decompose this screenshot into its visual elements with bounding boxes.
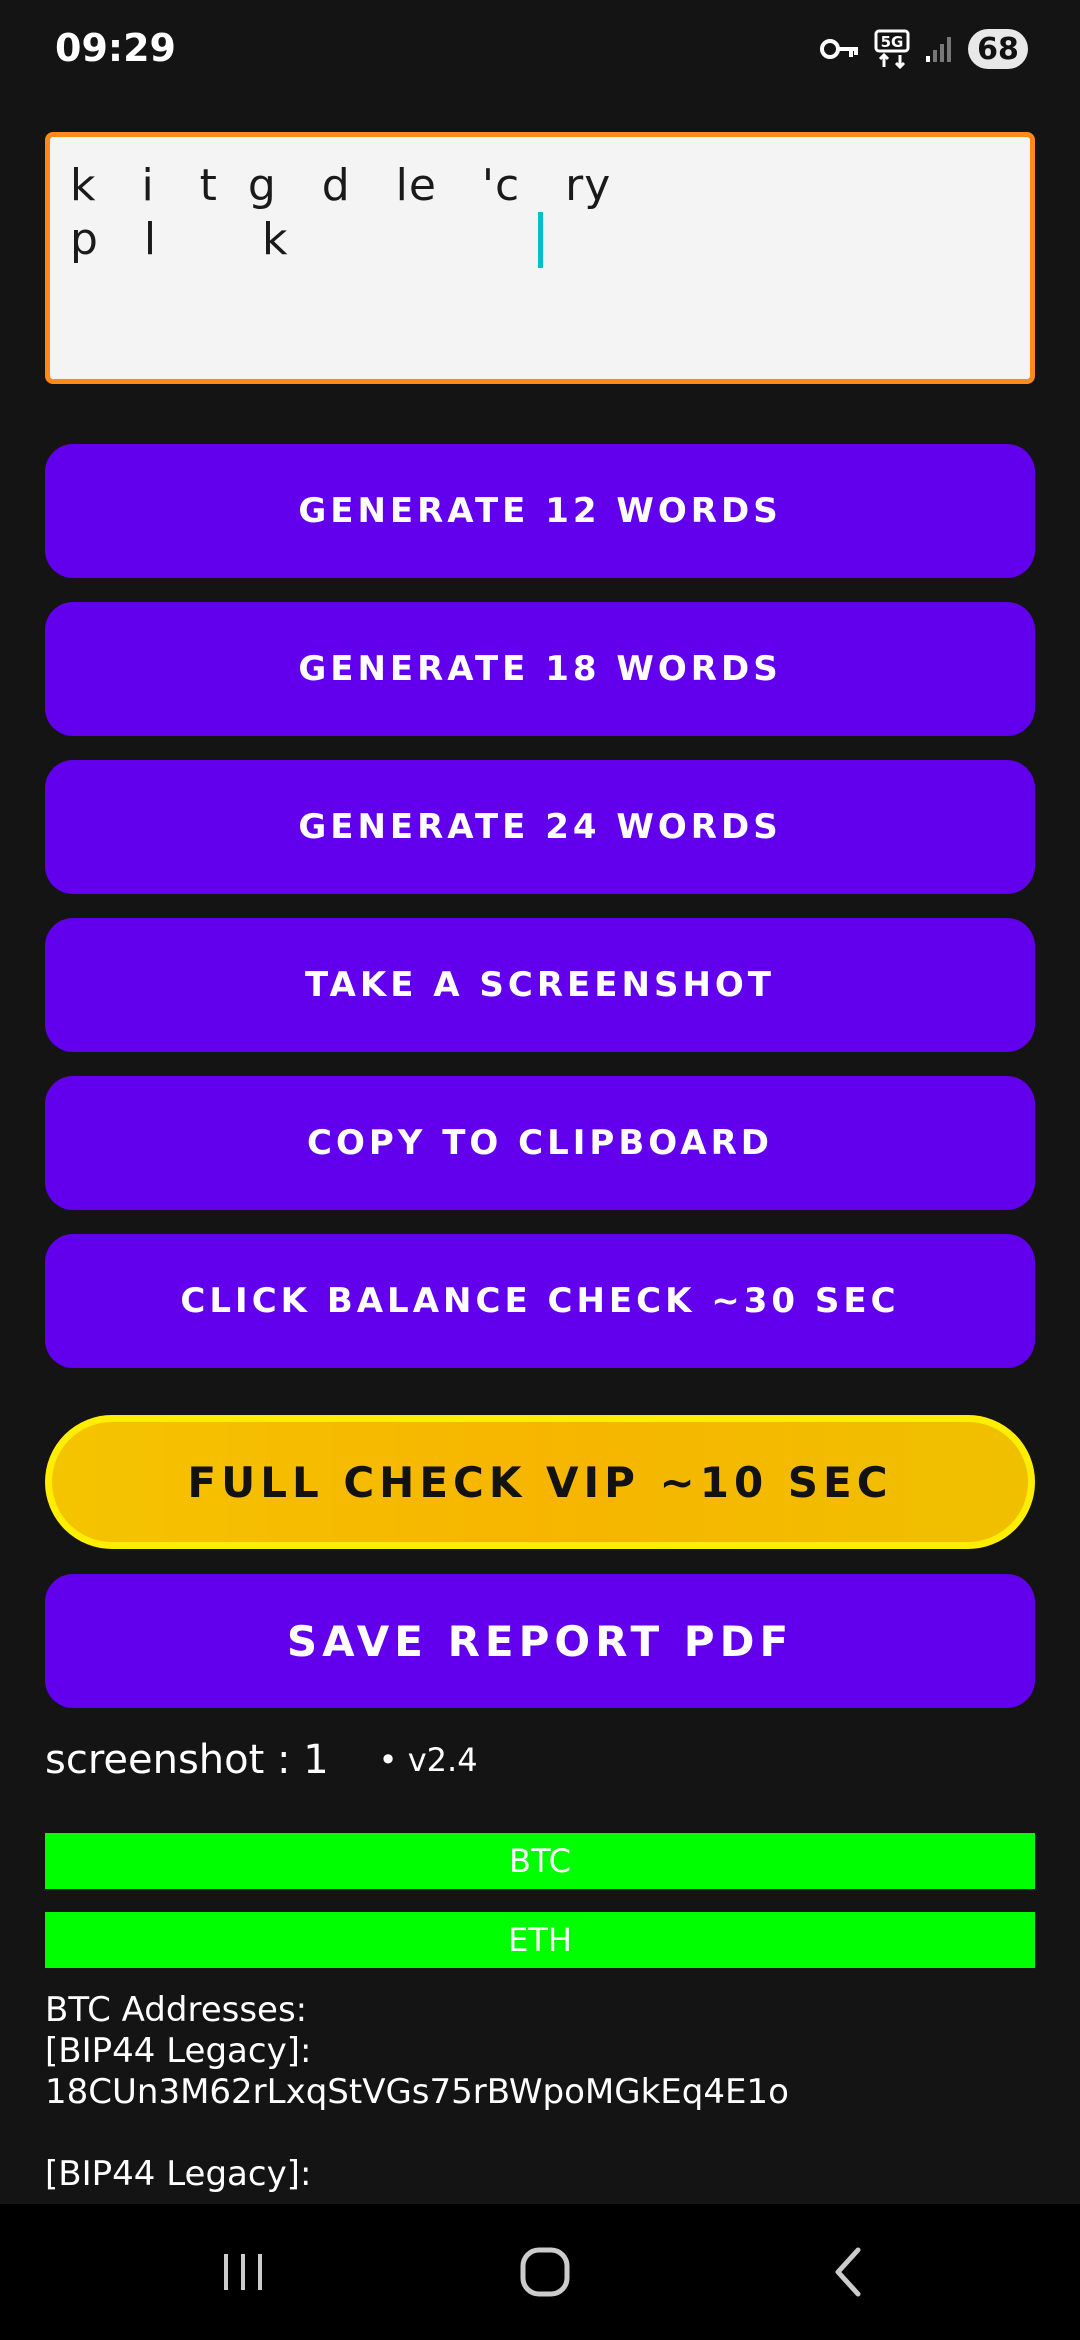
screenshot-count: screenshot : 1 <box>45 1737 329 1783</box>
full-check-vip-button[interactable]: FULL CHECK VIP ~10 SEC <box>45 1415 1035 1549</box>
text-cursor <box>538 212 543 268</box>
network-5g-icon: 5G <box>874 29 910 69</box>
generate-18-words-button[interactable]: GENERATE 18 WORDS <box>45 602 1035 736</box>
status-time: 09:29 <box>55 26 176 70</box>
eth-bar[interactable]: ETH <box>45 1912 1035 1968</box>
back-icon[interactable] <box>808 2242 888 2302</box>
vpn-key-icon <box>820 37 860 61</box>
status-bar: 09:29 5G 68 <box>0 0 1080 100</box>
home-icon[interactable] <box>505 2242 585 2302</box>
battery-indicator: 68 <box>968 29 1028 69</box>
app-version: • v2.4 <box>378 1741 478 1779</box>
take-screenshot-button[interactable]: TAKE A SCREENSHOT <box>45 918 1035 1052</box>
status-icons: 5G 68 <box>820 26 1028 72</box>
generate-24-words-button[interactable]: GENERATE 24 WORDS <box>45 760 1035 894</box>
navigation-bar <box>0 2204 1080 2340</box>
generate-12-words-button[interactable]: GENERATE 12 WORDS <box>45 444 1035 578</box>
addresses-output: BTC Addresses: [BIP44 Legacy]: 18CUn3M62… <box>45 1990 789 2194</box>
info-line: screenshot : 1 • v2.4 <box>45 1730 478 1790</box>
svg-text:5G: 5G <box>881 33 904 51</box>
save-report-pdf-button[interactable]: SAVE REPORT PDF <box>45 1574 1035 1708</box>
balance-check-button[interactable]: CLICK BALANCE CHECK ~30 SEC <box>45 1234 1035 1368</box>
recent-apps-icon[interactable] <box>203 2242 283 2302</box>
copy-to-clipboard-button[interactable]: COPY TO CLIPBOARD <box>45 1076 1035 1210</box>
signal-icon <box>924 34 954 64</box>
btc-bar[interactable]: BTC <box>45 1833 1035 1889</box>
